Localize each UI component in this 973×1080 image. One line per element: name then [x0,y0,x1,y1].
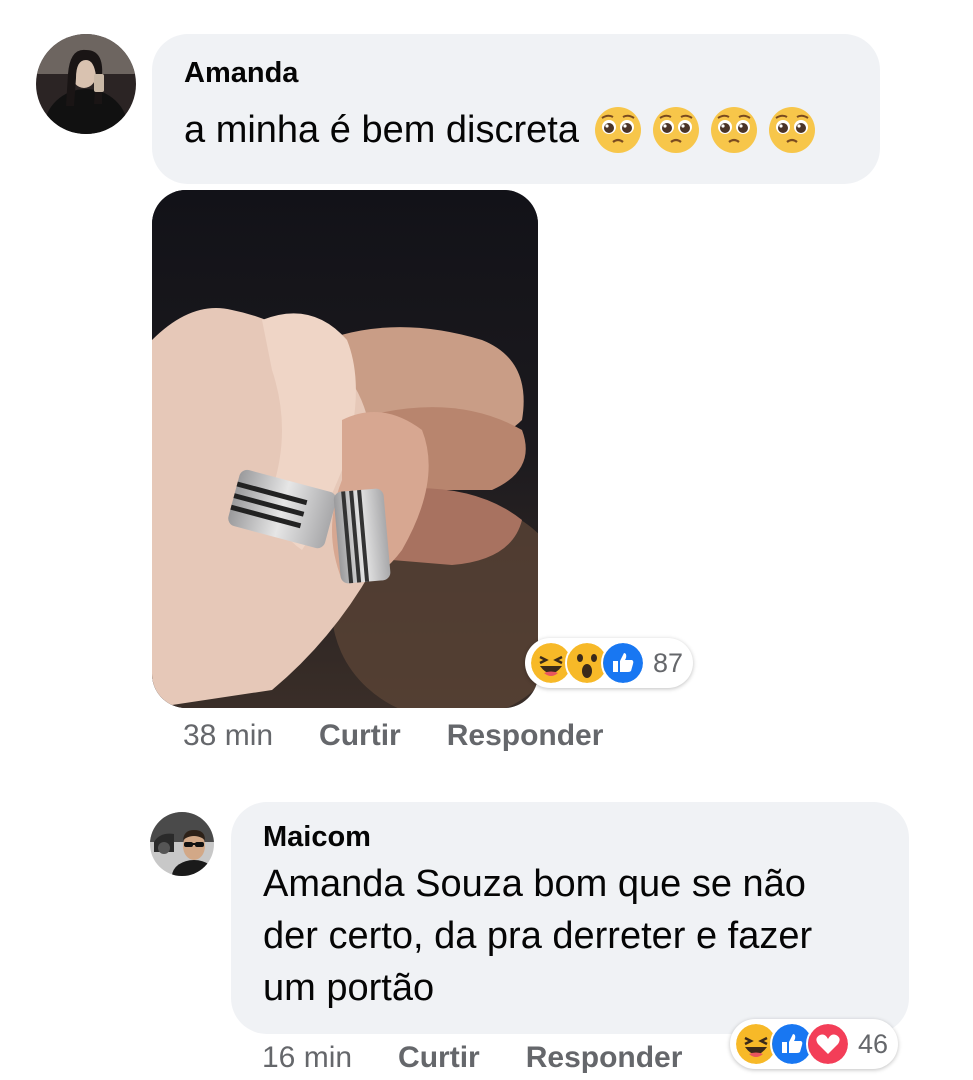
avatar-maicom[interactable] [150,812,214,876]
pleading-face-icon [710,107,757,153]
comment-time[interactable]: 38 min [183,719,273,753]
love-icon [806,1022,850,1066]
comment-author[interactable]: Maicom [263,820,877,854]
comment-author[interactable]: Amanda [184,56,848,90]
like-button[interactable]: Curtir [398,1041,480,1075]
comment-photo[interactable] [152,190,538,708]
reactions-summary[interactable]: 87 [525,638,694,688]
reply-button[interactable]: Responder [447,719,604,753]
reply-button[interactable]: Responder [526,1041,683,1075]
like-icon [601,641,645,685]
comment-bubble-maicom: Maicom Amanda Souza bom que se não der c… [231,802,909,1034]
comment-meta: 38 min Curtir Responder [183,716,603,756]
avatar-amanda[interactable] [36,34,136,134]
pleading-face-icon [652,107,699,153]
reaction-count: 87 [653,647,684,678]
reaction-count: 46 [858,1028,889,1059]
pleading-face-icon [594,107,641,153]
emoji-group [593,105,817,155]
pleading-face-icon [768,107,815,153]
comment-text-line: um portão [263,967,435,1009]
comment-text-line: Amanda Souza bom que se não [263,863,806,905]
comment-text: Amanda Souza bom que se não der certo, d… [263,858,877,1014]
comment-text-line: der certo, da pra derreter e fazer [263,915,813,957]
comment-bubble-amanda: Amanda a minha é bem discreta [152,34,880,184]
comment-time[interactable]: 16 min [262,1041,352,1075]
comment-meta: 16 min Curtir Responder [262,1038,682,1078]
comment-text: a minha é bem discreta [184,109,579,151]
reactions-summary[interactable]: 46 [730,1019,899,1069]
like-button[interactable]: Curtir [319,719,401,753]
